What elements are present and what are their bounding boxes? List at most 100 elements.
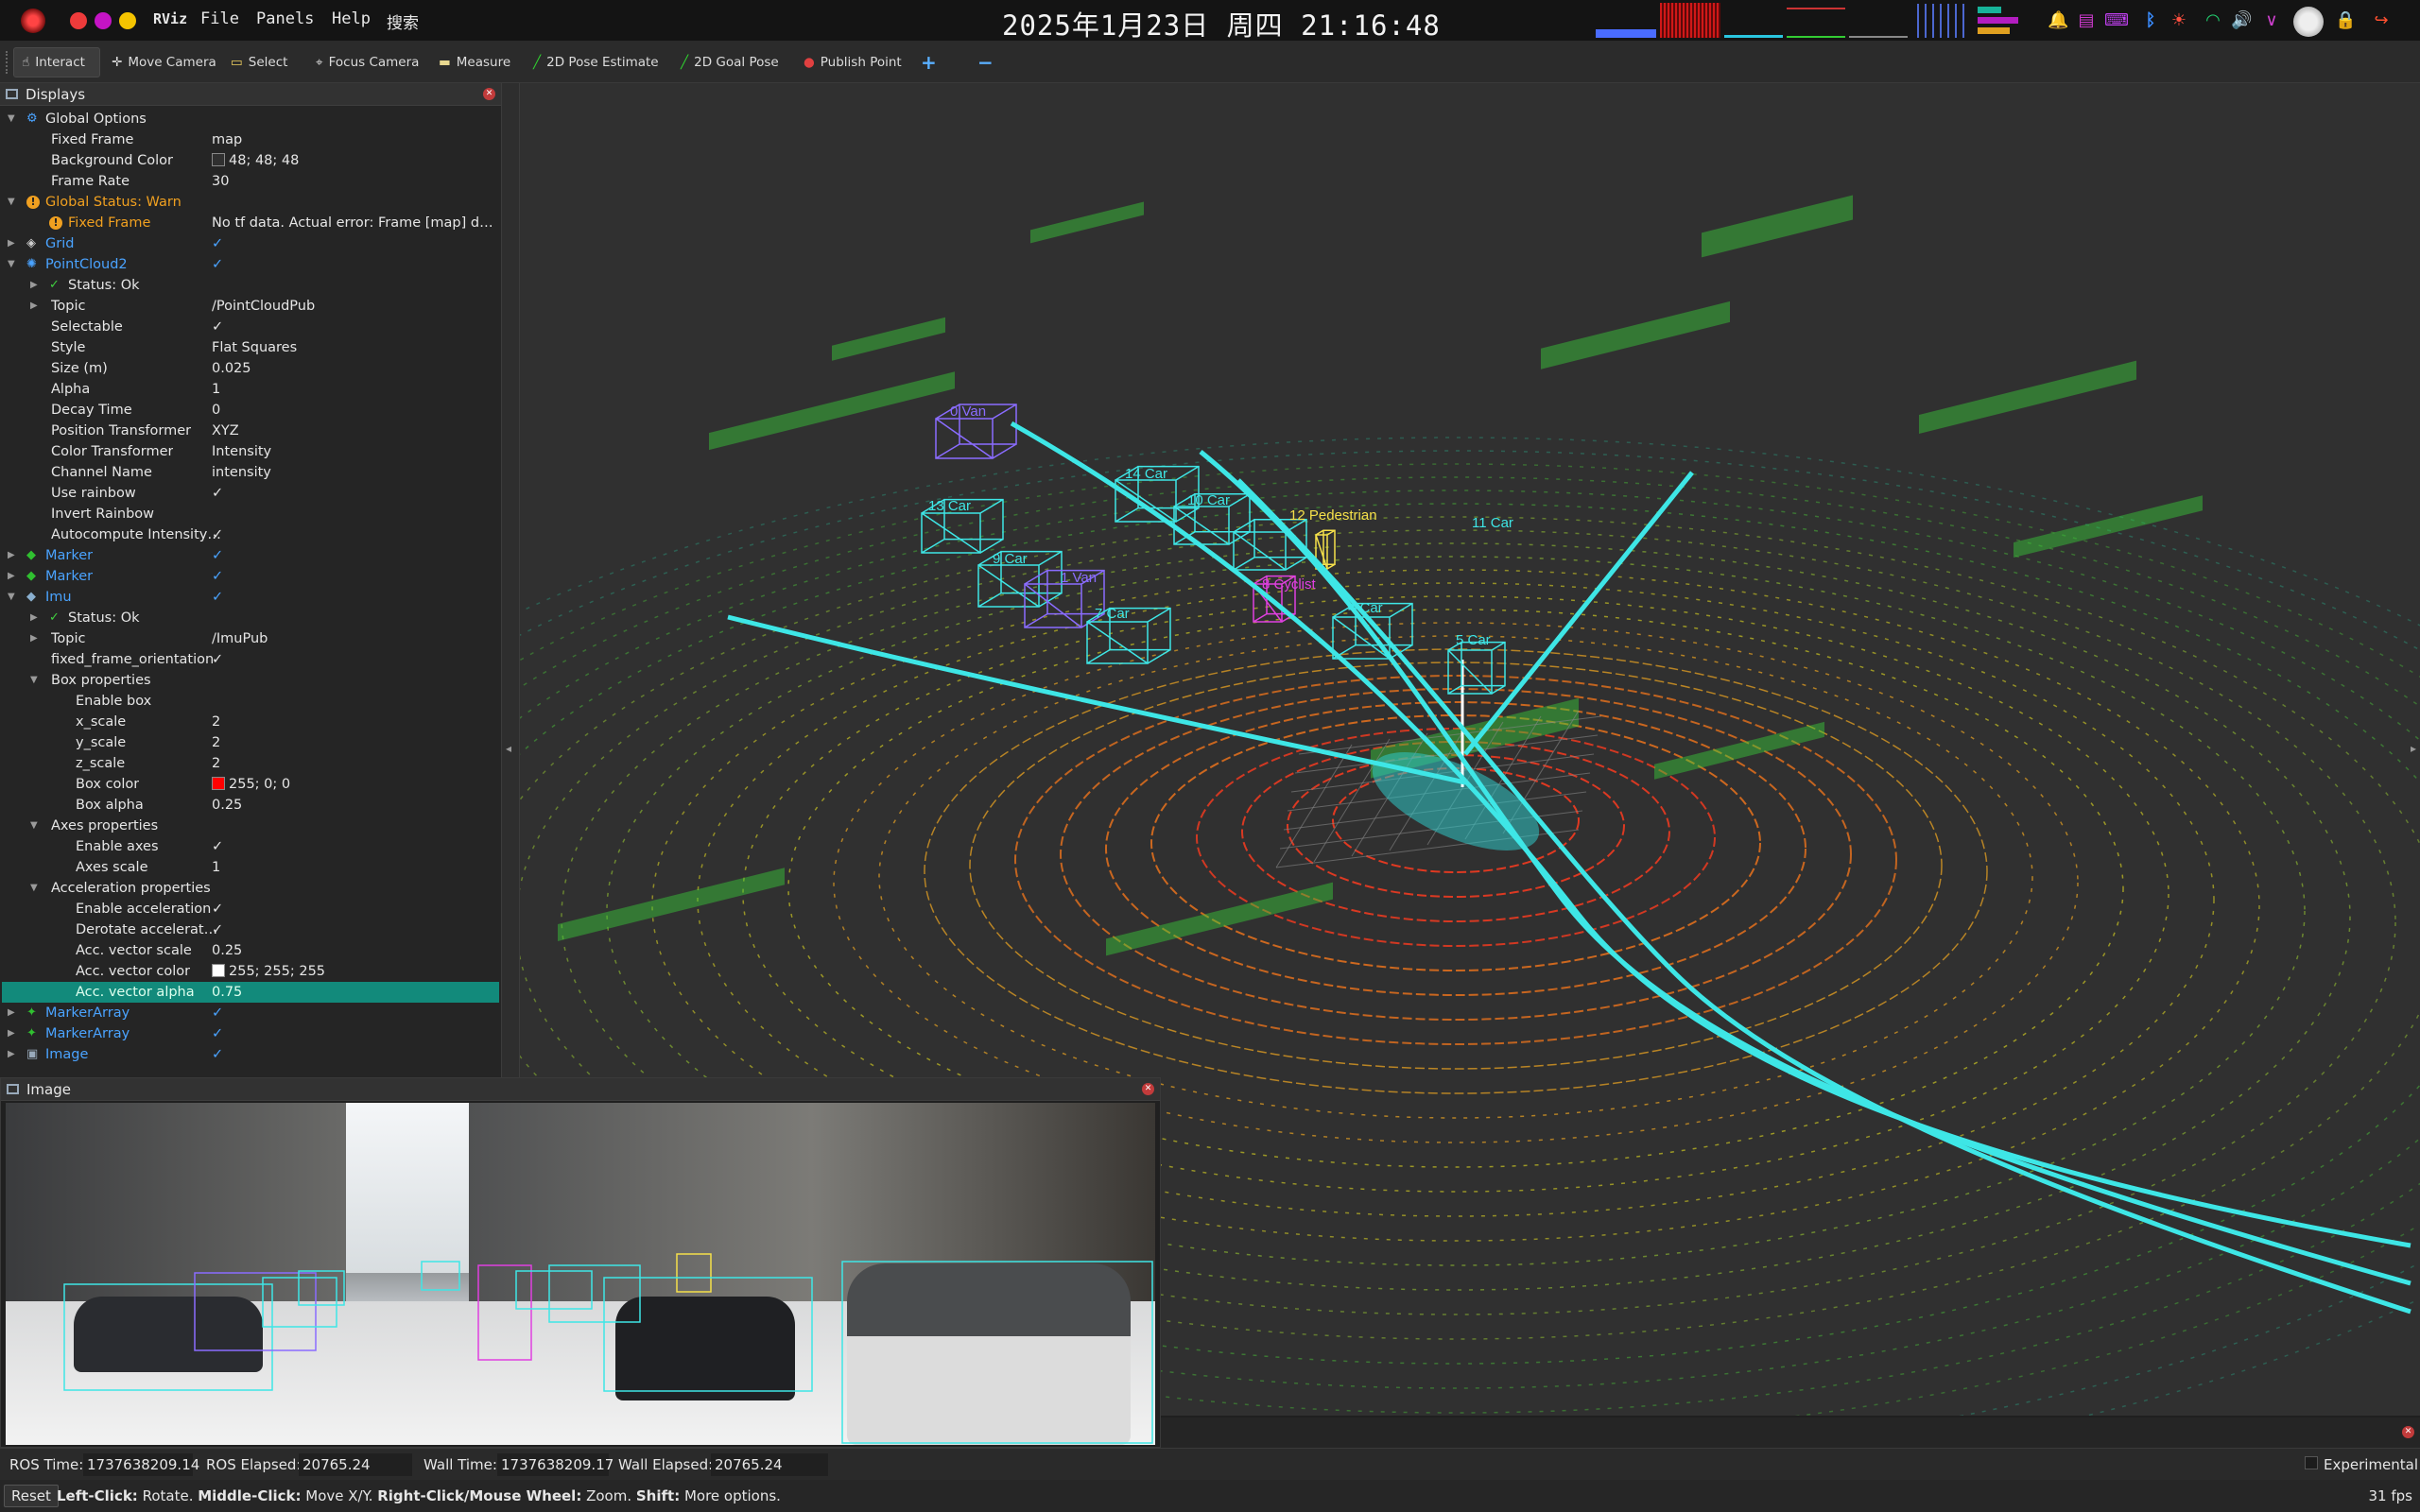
display-row[interactable]: Acc. vector color 255; 255; 255 (2, 961, 499, 982)
app-logo[interactable] (21, 9, 45, 33)
display-row[interactable]: Position Transformer XYZ (2, 421, 499, 441)
close-image-panel-button[interactable]: ✕ (1142, 1083, 1154, 1095)
expand-arrow-icon[interactable]: ▶ (30, 628, 42, 649)
display-row-value[interactable]: 255; 0; 0 (212, 774, 290, 795)
checkbox[interactable]: ✓ (212, 317, 223, 337)
collapse-arrow-icon[interactable]: ▼ (30, 670, 42, 691)
window-minimize-button[interactable] (95, 12, 112, 29)
display-row-value[interactable]: 1 (212, 379, 220, 400)
display-row[interactable]: ▶ ◆ Marker ✓ (2, 545, 499, 566)
avatar[interactable] (2293, 7, 2324, 37)
display-row[interactable]: ▶ ◆ Marker ✓ (2, 566, 499, 587)
bell-icon[interactable]: 🔔 (2048, 10, 2068, 31)
reset-button[interactable]: Reset (4, 1485, 59, 1507)
checkbox[interactable]: ✓ (212, 1023, 223, 1044)
display-row-value[interactable]: 30 (212, 171, 229, 192)
display-row-value[interactable]: 2 (212, 712, 220, 732)
collapse-arrow-icon[interactable]: ▼ (8, 254, 19, 275)
network-graph[interactable] (1724, 9, 1783, 38)
checkbox[interactable]: ✓ (212, 545, 223, 566)
display-row[interactable]: Autocompute Intensity… ✓ (2, 524, 499, 545)
display-row[interactable]: ▼ Acceleration properties (2, 878, 499, 899)
checkbox[interactable]: ✓ (212, 919, 223, 940)
display-row[interactable]: Size (m) 0.025 (2, 358, 499, 379)
display-row-value[interactable]: 255; 255; 255 (212, 961, 325, 982)
display-row[interactable]: Enable box (2, 691, 499, 712)
display-row[interactable]: ▶ ✦ MarkerArray ✓ (2, 1003, 499, 1023)
menu-file[interactable]: File (200, 9, 239, 28)
cpu-graph[interactable] (1596, 9, 1656, 38)
display-row[interactable]: Background Color 48; 48; 48 (2, 150, 499, 171)
expand-arrow-icon[interactable]: ▶ (8, 1003, 19, 1023)
color-swatch[interactable] (212, 777, 225, 790)
memory-graph[interactable] (1660, 3, 1720, 38)
display-row-value[interactable]: intensity (212, 462, 271, 483)
display-row[interactable]: ▼ ✺ PointCloud2 ✓ (2, 254, 499, 275)
display-row-value[interactable]: 2 (212, 732, 220, 753)
display-row[interactable]: Enable acceleration ✓ (2, 899, 499, 919)
display-row[interactable]: ▶ ✦ MarkerArray ✓ (2, 1023, 499, 1044)
load-graph[interactable] (1911, 4, 1970, 38)
volume-icon[interactable]: 🔊 (2231, 10, 2252, 31)
disk-graph[interactable] (1849, 9, 1908, 38)
display-row-value[interactable]: 48; 48; 48 (212, 150, 299, 171)
lock-icon[interactable]: 🔒 (2335, 10, 2356, 31)
checkbox[interactable]: ✓ (212, 587, 223, 608)
menu-help[interactable]: Help (332, 9, 371, 28)
display-row[interactable]: ▶ Topic/PointCloudPub (2, 296, 499, 317)
expand-arrow-icon[interactable]: ▶ (8, 233, 19, 254)
color-swatch[interactable] (212, 153, 225, 166)
tool-focus-camera[interactable]: ⌖ Focus Camera (308, 47, 426, 77)
display-row-value[interactable]: Flat Squares (212, 337, 297, 358)
display-row[interactable]: Selectable ✓ (2, 317, 499, 337)
display-row[interactable]: fixed_frame_orientation ✓ (2, 649, 499, 670)
display-row[interactable]: ▶ ✓ Status: Ok (2, 275, 499, 296)
checkbox[interactable]: ✓ (212, 649, 223, 670)
checkbox[interactable]: ✓ (212, 254, 223, 275)
close-panel-button[interactable]: ✕ (483, 88, 495, 100)
display-row[interactable]: ▼ ⚙ Global Options (2, 109, 499, 129)
display-row[interactable]: ! Fixed Frame No tf data. Actual error: Fr… (2, 213, 499, 233)
wifi-icon[interactable]: ◠ (2203, 10, 2223, 31)
bluetooth-icon[interactable]: ᛒ (2140, 10, 2161, 31)
collapse-arrow-icon[interactable]: ▼ (8, 109, 19, 129)
display-row[interactable]: Fixed Frame map (2, 129, 499, 150)
checkbox[interactable]: ✓ (212, 524, 223, 545)
expand-arrow-icon[interactable]: ▶ (8, 545, 19, 566)
expand-arrow-icon[interactable]: ▶ (30, 608, 42, 628)
tool-interact[interactable]: ☝ Interact (13, 47, 100, 77)
display-row[interactable]: Style Flat Squares (2, 337, 499, 358)
display-row[interactable]: Box color 255; 0; 0 (2, 774, 499, 795)
display-row[interactable]: Enable axes ✓ (2, 836, 499, 857)
collapse-arrow-icon[interactable]: ▼ (30, 878, 42, 899)
display-row-value[interactable]: 0 (212, 400, 220, 421)
display-row-value[interactable]: 0.025 (212, 358, 251, 379)
tool-publish-point[interactable]: ● Publish Point (796, 47, 909, 77)
camera-image[interactable] (6, 1103, 1155, 1445)
display-row-value[interactable]: XYZ (212, 421, 239, 441)
display-row-value[interactable]: /ImuPub (212, 628, 268, 649)
collapse-arrow-icon[interactable]: ▼ (8, 192, 19, 213)
menu-panels[interactable]: Panels (256, 9, 314, 28)
collapse-arrow-icon[interactable]: ▼ (8, 587, 19, 608)
display-row-value[interactable]: /PointCloudPub (212, 296, 315, 317)
checkbox[interactable]: ✓ (212, 899, 223, 919)
display-row[interactable]: ▼ Axes properties (2, 816, 499, 836)
display-row[interactable]: ▼! Global Status: Warn (2, 192, 499, 213)
display-row-value[interactable]: No tf data. Actual error: Frame [map] do… (212, 213, 495, 233)
display-row[interactable]: y_scale 2 (2, 732, 499, 753)
display-row-value[interactable]: 0.75 (212, 982, 242, 1003)
add-tool-button[interactable]: + (913, 47, 944, 77)
display-row[interactable]: Acc. vector scale 0.25 (2, 940, 499, 961)
display-row[interactable]: ▶ ▣ Image ✓ (2, 1044, 499, 1065)
expand-arrow-icon[interactable]: ▶ (30, 296, 42, 317)
experimental-label[interactable]: Experimental (2324, 1456, 2418, 1473)
display-row[interactable]: x_scale 2 (2, 712, 499, 732)
display-row[interactable]: Box alpha 0.25 (2, 795, 499, 816)
display-row[interactable]: ▼ ◆ Imu ✓ (2, 587, 499, 608)
experimental-checkbox[interactable] (2305, 1456, 2318, 1469)
collapse-arrow-icon[interactable]: ◂ (506, 742, 511, 755)
toolbar-grip[interactable] (6, 51, 9, 74)
color-swatch[interactable] (212, 964, 225, 977)
logout-icon[interactable]: ↪ (2371, 10, 2392, 31)
